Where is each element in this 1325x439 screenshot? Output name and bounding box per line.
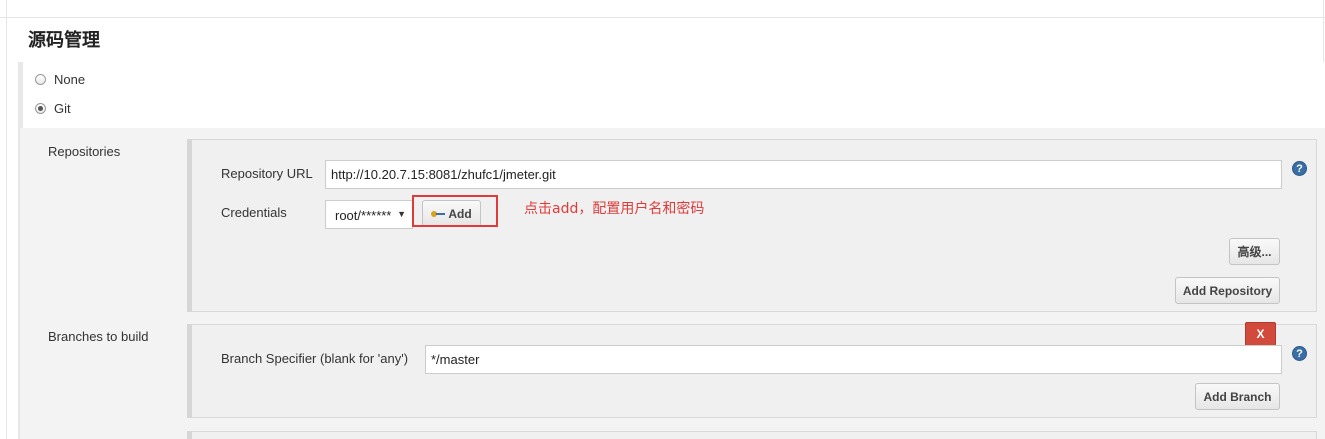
advanced-button[interactable]: 高级...: [1229, 238, 1280, 265]
delete-branch-button[interactable]: X: [1245, 322, 1276, 346]
credentials-label: Credentials: [221, 205, 287, 220]
left-rule: [6, 0, 7, 439]
add-repository-label: Add Repository: [1182, 283, 1273, 298]
branch-panel: X Branch Specifier (blank for 'any') ? A…: [187, 322, 1317, 418]
radio-none-label: None: [54, 72, 86, 87]
add-branch-label: Add Branch: [1203, 389, 1272, 404]
radio-git-label: Git: [54, 101, 71, 116]
branch-specifier-label: Branch Specifier (blank for 'any'): [221, 351, 409, 366]
repository-url-label: Repository URL: [221, 166, 313, 181]
radio-git[interactable]: [35, 103, 46, 114]
branch-specifier-help-icon[interactable]: ?: [1292, 346, 1307, 361]
credentials-select[interactable]: root/****** ▼: [325, 200, 413, 229]
top-strip: [0, 0, 1325, 18]
repository-url-help-icon[interactable]: ?: [1292, 161, 1307, 176]
radio-none[interactable]: [35, 74, 46, 85]
next-panel: [187, 431, 1317, 439]
credentials-value: root/******: [335, 208, 392, 223]
add-branch-button[interactable]: Add Branch: [1195, 383, 1280, 410]
annotation-text: 点击add，配置用户名和密码: [524, 201, 705, 217]
repository-url-input[interactable]: [325, 160, 1282, 189]
branches-label: Branches to build: [48, 329, 149, 344]
chevron-down-icon: ▼: [397, 209, 406, 219]
repository-panel: Repository URL ? Credentials root/******…: [187, 139, 1317, 312]
highlight-box: [412, 195, 498, 227]
radio-option-none[interactable]: None: [35, 72, 85, 87]
branch-specifier-input[interactable]: [425, 345, 1282, 374]
radio-option-git[interactable]: Git: [35, 101, 71, 116]
section-title: 源码管理: [28, 30, 100, 51]
add-repository-button[interactable]: Add Repository: [1175, 277, 1280, 304]
repositories-label: Repositories: [48, 144, 121, 159]
advanced-label: 高级...: [1237, 245, 1272, 259]
